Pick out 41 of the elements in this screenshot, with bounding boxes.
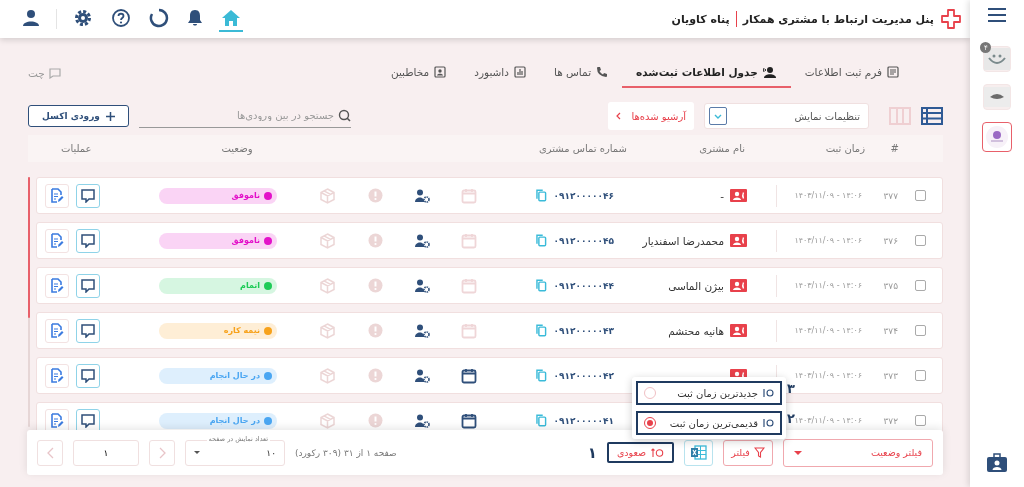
row-number: ۳۷۵ [883,280,898,291]
row-number: ۳۷۶ [883,235,898,246]
registration-time: ۱۴۰۳/۱۱/۰۹ - ۱۴:۰۶ [794,326,862,335]
phone-number: ۰۹۱۲۰۰۰۰۰۴۶ [553,190,614,201]
column-header: وضعیت [220,143,254,154]
status-badge: اتمام [159,277,277,294]
status-badge: در حال انجام [159,412,277,429]
row-number: ۳۷۷ [883,190,898,201]
step-number: ۳ [787,381,795,396]
app-title: پنل مدیریت ارتباط با مشتری همکار [742,12,934,26]
registration-time: ۱۴۰۳/۱۱/۰۹ - ۱۴:۰۶ [794,191,862,200]
status-badge: ناموفق [159,187,277,204]
column-header: زمان ثبت [824,143,865,154]
step-number: ۲ [787,411,795,426]
registration-time: ۱۴۰۳/۱۱/۰۹ - ۱۴:۰۶ [794,236,862,245]
row-number: ۳۷۴ [883,325,898,336]
registration-time: ۱۴۰۳/۱۱/۰۹ - ۱۴:۰۶ [794,416,862,425]
customer-name: بیژن الماسی [668,279,724,292]
status-badge: در حال انجام [159,367,277,384]
column-header: نام مشتری [698,143,746,154]
phone-number: ۰۹۱۲۰۰۰۰۰۴۴ [553,280,614,291]
company-name: پناه کاویان [671,12,730,26]
customer-name: محمدرضا اسفندیار [642,234,724,247]
customer-name: هانیه محتشم [668,324,724,337]
phone-number: ۰۹۱۲۰۰۰۰۰۴۲ [553,370,614,381]
phone-number: ۰۹۱۲۰۰۰۰۰۴۱ [553,415,614,426]
phone-number: ۰۹۱۲۰۰۰۰۰۴۵ [553,235,614,246]
row-number: ۳۷۳ [883,370,898,381]
phone-number: ۰۹۱۲۰۰۰۰۰۴۳ [553,325,614,336]
customer-name: - [720,189,724,202]
column-header: شماره تماس مشتری [537,143,627,154]
status-badge: نیمه کاره [159,322,277,339]
status-badge: ناموفق [159,232,277,249]
page-info: صفحه ۱ از ۳۱ (۳۰۹ رکورد) [295,447,397,458]
registration-time: ۱۴۰۳/۱۱/۰۹ - ۱۴:۰۶ [794,371,862,380]
option-label: قدیمی‌ترین زمان ثبت [669,417,758,429]
column-header: عملیات [60,143,93,154]
row-number: ۳۷۲ [883,415,898,426]
step-number: ۱ [587,443,597,462]
registration-time: ۱۴۰۳/۱۱/۰۹ - ۱۴:۰۶ [794,281,862,290]
column-header: # [889,143,899,154]
